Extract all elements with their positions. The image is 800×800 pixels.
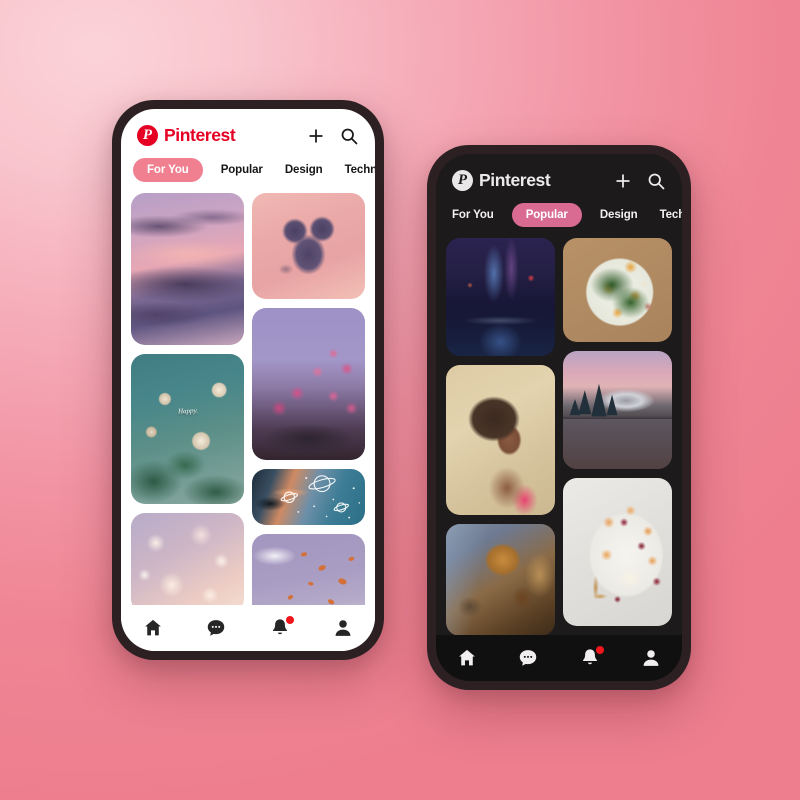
tab-technology[interactable]: Techn bbox=[656, 203, 682, 227]
brand-name: Pinterest bbox=[479, 170, 551, 190]
notification-badge bbox=[285, 616, 294, 624]
planet-doodle-icon bbox=[280, 475, 361, 519]
phone-mockup-light: P Pinterest For You Popular Design Techn… bbox=[112, 100, 384, 660]
app-screen-dark: P Pinterest For You Popular Design Tech bbox=[436, 154, 682, 681]
pin-mountain-lake[interactable] bbox=[563, 351, 672, 469]
tab-for-you[interactable]: For You bbox=[133, 158, 203, 182]
tab-design[interactable]: Design bbox=[596, 203, 642, 227]
pin-heart-cloud[interactable] bbox=[252, 193, 365, 299]
top-bar-actions-dark bbox=[613, 171, 666, 191]
nav-notifications[interactable] bbox=[579, 646, 604, 669]
pin-bokeh-lights[interactable] bbox=[131, 513, 244, 605]
nav-profile[interactable] bbox=[640, 647, 662, 669]
category-tabs-dark: For You Popular Design Techn bbox=[436, 197, 682, 236]
tab-technology[interactable]: Techn bbox=[341, 158, 375, 182]
butterflies-icon bbox=[287, 552, 355, 605]
tab-popular[interactable]: Popular bbox=[217, 158, 267, 182]
nav-home[interactable] bbox=[456, 647, 478, 669]
pin-space-doodle[interactable] bbox=[252, 469, 365, 525]
nav-messages[interactable] bbox=[517, 647, 539, 669]
pin-purple-sky-blossoms[interactable] bbox=[252, 308, 365, 460]
pin-caption: Happy. bbox=[177, 406, 198, 416]
nav-home[interactable] bbox=[142, 617, 164, 639]
pin-butterflies[interactable] bbox=[252, 534, 365, 605]
brand: P Pinterest bbox=[137, 125, 236, 146]
pin-gramophone[interactable] bbox=[446, 524, 555, 635]
tab-design[interactable]: Design bbox=[281, 158, 327, 182]
top-bar-dark: P Pinterest bbox=[436, 154, 682, 197]
nav-messages[interactable] bbox=[205, 617, 227, 639]
bottom-nav-dark bbox=[436, 635, 682, 681]
pin-peach-salad[interactable] bbox=[563, 238, 672, 342]
search-icon[interactable] bbox=[339, 126, 359, 146]
pin-portrait-afro[interactable] bbox=[446, 365, 555, 515]
plus-icon[interactable] bbox=[613, 171, 633, 191]
category-tabs-light: For You Popular Design Techn bbox=[121, 152, 375, 191]
pin-grid-light[interactable]: Happy. bbox=[121, 191, 375, 605]
plus-icon[interactable] bbox=[306, 126, 326, 146]
bottom-nav-light bbox=[121, 605, 375, 651]
top-bar: P Pinterest bbox=[121, 109, 375, 152]
pin-white-roses[interactable]: Happy. bbox=[131, 354, 244, 504]
brand-name: Pinterest bbox=[164, 125, 236, 145]
pin-grid-dark[interactable] bbox=[436, 236, 682, 635]
tab-for-you[interactable]: For You bbox=[448, 203, 498, 227]
notification-badge bbox=[595, 646, 604, 654]
search-icon[interactable] bbox=[646, 171, 666, 191]
pin-apricot-plate[interactable] bbox=[563, 478, 672, 626]
pin-night-street[interactable] bbox=[446, 238, 555, 356]
top-bar-actions bbox=[306, 126, 359, 146]
pin-sunset-clouds[interactable] bbox=[131, 193, 244, 345]
nav-notifications[interactable] bbox=[269, 616, 294, 639]
tab-popular[interactable]: Popular bbox=[511, 203, 582, 227]
app-screen-light: P Pinterest For You Popular Design Techn… bbox=[121, 109, 375, 651]
pinterest-logo-icon: P bbox=[452, 170, 473, 191]
pinterest-logo-icon: P bbox=[137, 125, 158, 146]
phone-mockup-dark: P Pinterest For You Popular Design Tech bbox=[427, 145, 691, 690]
brand-dark: P Pinterest bbox=[452, 170, 551, 191]
nav-profile[interactable] bbox=[332, 617, 354, 639]
